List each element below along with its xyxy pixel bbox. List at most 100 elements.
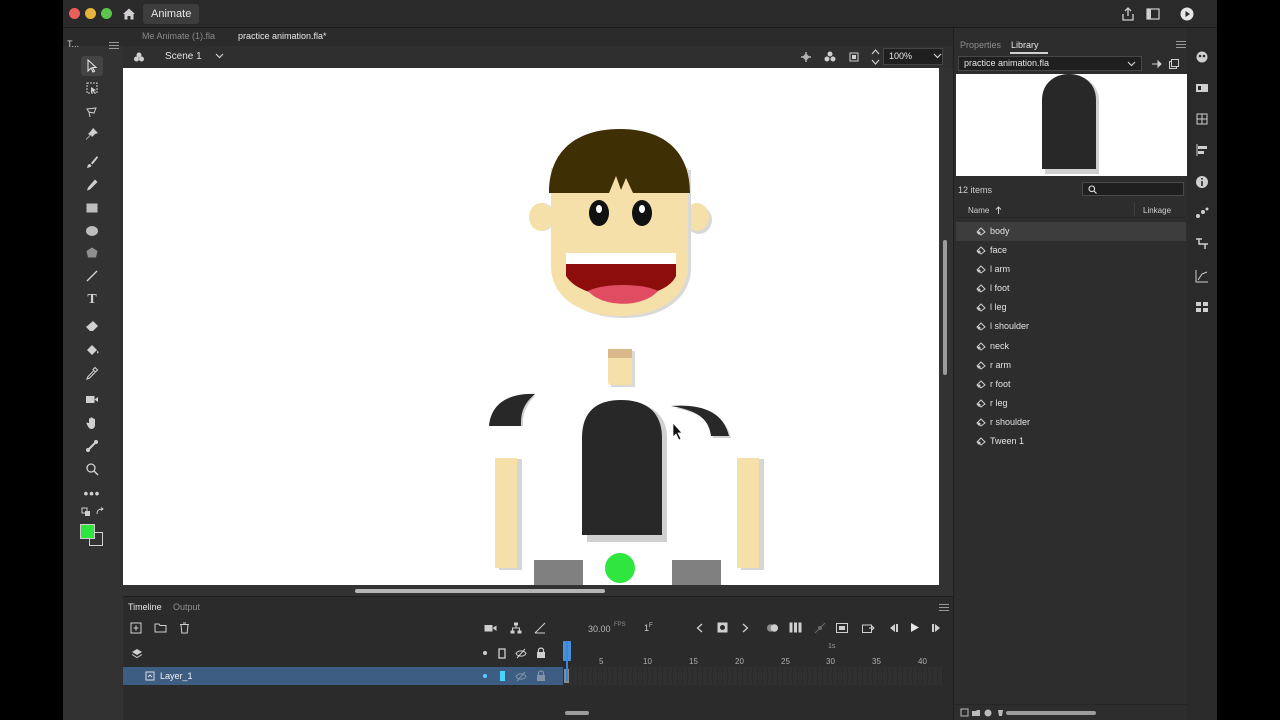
tab-properties[interactable]: Properties	[960, 40, 1001, 50]
step-forward-icon[interactable]	[930, 621, 943, 634]
close-window-button[interactable]	[69, 8, 80, 19]
edit-multiple-frames-icon[interactable]	[789, 621, 802, 634]
zoom-stepper-icon[interactable]	[871, 48, 880, 66]
registration-point[interactable]	[605, 553, 635, 583]
library-panel-menu-icon[interactable]	[1176, 41, 1186, 49]
list-item[interactable]: r leg	[956, 394, 1186, 413]
doc-tab-practice-animation[interactable]: practice animation.fla*	[238, 31, 327, 41]
highlight-layers-icon[interactable]	[483, 651, 487, 655]
list-item[interactable]: face	[956, 241, 1186, 260]
new-layer-icon[interactable]	[129, 621, 142, 634]
layer-visibility-icon[interactable]	[515, 671, 527, 682]
list-item[interactable]: r arm	[956, 356, 1186, 375]
pin-tool-icon[interactable]	[81, 124, 103, 144]
eraser-tool-icon[interactable]	[81, 316, 103, 336]
edit-symbols-icon[interactable]	[823, 50, 837, 64]
layer-outline-color[interactable]	[500, 671, 505, 681]
lasso-tool-icon[interactable]	[81, 102, 103, 122]
outline-layers-icon[interactable]	[498, 648, 506, 659]
library-file-select[interactable]: practice animation.fla	[958, 56, 1142, 71]
layer-lock-icon[interactable]	[536, 670, 546, 682]
motion-editor-icon[interactable]	[1195, 269, 1209, 283]
line-tool-icon[interactable]	[81, 266, 103, 286]
hair[interactable]	[549, 129, 690, 193]
chevron-down-icon[interactable]	[215, 53, 224, 59]
list-item[interactable]: l arm	[956, 260, 1186, 279]
zoom-dropdown-icon[interactable]	[933, 53, 942, 59]
left-shoulder[interactable]	[489, 393, 535, 426]
library-horizontal-scrollbar[interactable]	[1006, 711, 1096, 715]
align-icon[interactable]	[1195, 143, 1209, 157]
list-item[interactable]: r shoulder	[956, 413, 1186, 432]
list-item[interactable]: l leg	[956, 298, 1186, 317]
app-tab[interactable]: Animate	[143, 4, 200, 24]
list-item[interactable]: Tween 1	[956, 432, 1186, 451]
next-keyframe-icon[interactable]	[739, 621, 752, 634]
new-library-panel-icon[interactable]	[1168, 58, 1180, 70]
left-ear[interactable]	[529, 203, 553, 231]
assets-icon[interactable]	[1195, 50, 1209, 64]
new-folder-icon[interactable]	[154, 621, 167, 634]
hand-tool-icon[interactable]	[81, 413, 103, 433]
eyedropper-tool-icon[interactable]	[81, 363, 103, 383]
pencil-tool-icon[interactable]	[81, 175, 103, 195]
more-tools-icon[interactable]: •••	[81, 483, 103, 503]
brush-tool-icon[interactable]	[81, 152, 103, 172]
pin-library-icon[interactable]	[1150, 58, 1162, 70]
onion-skin-icon[interactable]	[766, 621, 779, 634]
lock-icon[interactable]	[536, 647, 546, 659]
swap-colors-icon[interactable]	[95, 507, 105, 517]
info-icon[interactable]	[1195, 175, 1209, 189]
chevron-down-icon[interactable]	[1127, 61, 1136, 67]
components-icon[interactable]	[1195, 300, 1209, 314]
paint-bucket-tool-icon[interactable]	[81, 340, 103, 360]
delete-layer-icon[interactable]	[178, 621, 191, 634]
oval-tool-icon[interactable]	[81, 221, 103, 241]
hide-layers-icon[interactable]	[515, 648, 527, 659]
rectangle-tool-icon[interactable]	[81, 198, 103, 218]
column-name[interactable]: Name	[968, 206, 989, 215]
sort-ascending-icon[interactable]	[995, 206, 1002, 214]
library-search-input[interactable]	[1082, 182, 1184, 196]
step-back-icon[interactable]	[886, 621, 899, 634]
free-transform-tool-icon[interactable]	[81, 78, 103, 98]
fill-color-swatch[interactable]	[80, 524, 95, 539]
test-movie-icon[interactable]	[1179, 6, 1195, 22]
previous-keyframe-icon[interactable]	[693, 621, 706, 634]
motion-presets-icon[interactable]	[1195, 206, 1209, 220]
playhead[interactable]	[566, 641, 568, 681]
layer-frames[interactable]	[563, 667, 943, 685]
list-item[interactable]: l shoulder	[956, 317, 1186, 336]
fps-value[interactable]: 30.00	[588, 624, 611, 634]
transform-icon[interactable]	[1195, 112, 1209, 126]
layer-depth-icon[interactable]	[533, 621, 546, 634]
stage-vertical-scrollbar[interactable]	[943, 240, 947, 375]
right-arm[interactable]	[737, 458, 759, 568]
frame-picker-icon[interactable]	[1195, 81, 1209, 95]
frame-ruler[interactable]: 1s 5 10 15 20 25 30 35 40	[563, 643, 943, 667]
stage-horizontal-scrollbar[interactable]	[355, 589, 605, 593]
tools-panel-menu-icon[interactable]	[109, 42, 119, 50]
code-snippets-icon[interactable]	[1195, 237, 1209, 251]
play-icon[interactable]	[908, 621, 921, 634]
body[interactable]	[582, 400, 662, 535]
column-linkage[interactable]: Linkage	[1143, 206, 1171, 215]
snap-to-objects-icon[interactable]	[800, 51, 812, 63]
layer-name[interactable]: Layer_1	[160, 671, 193, 681]
share-icon[interactable]	[1120, 6, 1136, 22]
list-item[interactable]: r foot	[956, 375, 1186, 394]
zoom-window-button[interactable]	[101, 8, 112, 19]
selection-tool-icon[interactable]	[81, 56, 103, 76]
library-footer-icons[interactable]	[960, 708, 1010, 718]
layer-parenting-icon[interactable]	[509, 621, 522, 634]
left-leg[interactable]	[534, 560, 583, 585]
zoom-tool-icon[interactable]	[81, 459, 103, 479]
layer-highlight-dot[interactable]	[483, 674, 487, 678]
stage-canvas[interactable]	[123, 68, 939, 585]
layer-row[interactable]: Layer_1	[123, 667, 563, 685]
tab-timeline[interactable]: Timeline	[128, 602, 162, 612]
clip-content-icon[interactable]	[848, 51, 860, 63]
tab-library[interactable]: Library	[1011, 40, 1039, 50]
timeline-horizontal-scrollbar[interactable]	[565, 711, 589, 715]
left-arm[interactable]	[495, 458, 517, 568]
